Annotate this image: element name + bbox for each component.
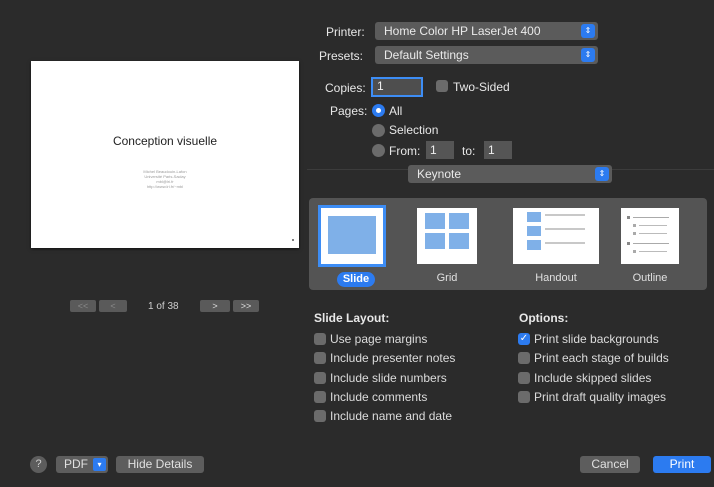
previous-page-button[interactable]: < xyxy=(99,300,127,312)
pages-selection-label: Selection xyxy=(389,123,439,137)
layout-chooser: Slide Grid Handout Outline xyxy=(309,198,707,290)
slide-layout-heading: Slide Layout: xyxy=(314,311,390,325)
print-slide-backgrounds-label: Print slide backgrounds xyxy=(534,332,659,346)
include-skipped-slides-checkbox[interactable] xyxy=(518,372,530,384)
print-each-stage-label: Print each stage of builds xyxy=(534,351,669,365)
layout-outline-thumbnail[interactable] xyxy=(621,208,679,264)
copies-field[interactable]: 1 xyxy=(371,77,423,97)
pdf-label: PDF xyxy=(64,457,88,471)
include-comments-label: Include comments xyxy=(330,390,428,404)
pages-all-radio[interactable] xyxy=(372,104,385,117)
use-page-margins-label: Use page margins xyxy=(330,332,428,346)
layout-handout-thumbnail[interactable] xyxy=(513,208,599,264)
printer-popup[interactable]: Home Color HP LaserJet 400 ⇕ xyxy=(375,22,598,40)
pages-all-label: All xyxy=(389,104,403,118)
include-comments-checkbox[interactable] xyxy=(314,391,326,403)
up-down-chevron-icon: ⇕ xyxy=(595,167,609,181)
include-presenter-notes-checkbox[interactable] xyxy=(314,352,326,364)
first-page-button[interactable]: << xyxy=(70,300,96,312)
layout-slide-thumbnail[interactable] xyxy=(318,205,386,267)
layout-handout-label[interactable]: Handout xyxy=(517,272,595,284)
printer-value: Home Color HP LaserJet 400 xyxy=(384,24,541,38)
cancel-button[interactable]: Cancel xyxy=(580,456,640,473)
layout-slide-label[interactable]: Slide xyxy=(337,272,375,287)
copies-label: Copies: xyxy=(325,81,366,95)
two-sided-checkbox[interactable] xyxy=(436,80,448,92)
presets-popup[interactable]: Default Settings ⇕ xyxy=(375,46,598,64)
preview-slide-title: Conception visuelle xyxy=(112,134,218,148)
chevron-down-icon: ▾ xyxy=(93,458,106,471)
page-indicator: 1 of 38 xyxy=(148,301,179,312)
options-heading: Options: xyxy=(519,311,569,325)
up-down-chevron-icon: ⇕ xyxy=(581,48,595,62)
pdf-menu-button[interactable]: PDF ▾ xyxy=(56,456,108,473)
preview-url: http://www.lri.fr/~mbl xyxy=(146,184,184,189)
app-options-value: Keynote xyxy=(417,167,462,181)
layout-outline-label[interactable]: Outline xyxy=(621,272,679,284)
include-slide-numbers-checkbox[interactable] xyxy=(314,372,326,384)
print-draft-quality-label: Print draft quality images xyxy=(534,390,667,404)
include-name-and-date-label: Include name and date xyxy=(330,409,453,423)
layout-grid-thumbnail[interactable] xyxy=(417,208,477,264)
presets-value: Default Settings xyxy=(384,48,469,62)
hide-details-button[interactable]: Hide Details xyxy=(116,456,204,473)
include-slide-numbers-label: Include slide numbers xyxy=(330,371,447,385)
pages-from-radio[interactable] xyxy=(372,144,385,157)
use-page-margins-checkbox[interactable] xyxy=(314,333,326,345)
app-options-popup[interactable]: Keynote ⇕ xyxy=(408,165,612,183)
print-button[interactable]: Print xyxy=(653,456,711,473)
preview-page-number xyxy=(292,239,294,241)
pages-to-label: to: xyxy=(462,144,476,158)
last-page-button[interactable]: >> xyxy=(233,300,259,312)
pages-from-field[interactable]: 1 xyxy=(426,141,454,159)
print-preview: Conception visuelle Michel Beaudouin-Laf… xyxy=(31,61,299,248)
layout-grid-label[interactable]: Grid xyxy=(417,272,477,284)
next-page-button[interactable]: > xyxy=(200,300,230,312)
pages-label: Pages: xyxy=(330,104,368,118)
presets-label: Presets: xyxy=(319,49,364,63)
two-sided-label: Two-Sided xyxy=(453,80,510,94)
pages-selection-radio[interactable] xyxy=(372,124,385,137)
include-name-and-date-checkbox[interactable] xyxy=(314,410,326,422)
include-skipped-slides-label: Include skipped slides xyxy=(534,371,652,385)
pages-from-label: From: xyxy=(389,144,421,158)
pages-to-field[interactable]: 1 xyxy=(484,141,512,159)
help-button[interactable]: ? xyxy=(30,456,47,473)
print-each-stage-checkbox[interactable] xyxy=(518,352,530,364)
printer-label: Printer: xyxy=(326,25,365,39)
include-presenter-notes-label: Include presenter notes xyxy=(330,351,456,365)
print-draft-quality-checkbox[interactable] xyxy=(518,391,530,403)
up-down-chevron-icon: ⇕ xyxy=(581,24,595,38)
print-slide-backgrounds-checkbox[interactable]: ✓ xyxy=(518,333,530,345)
